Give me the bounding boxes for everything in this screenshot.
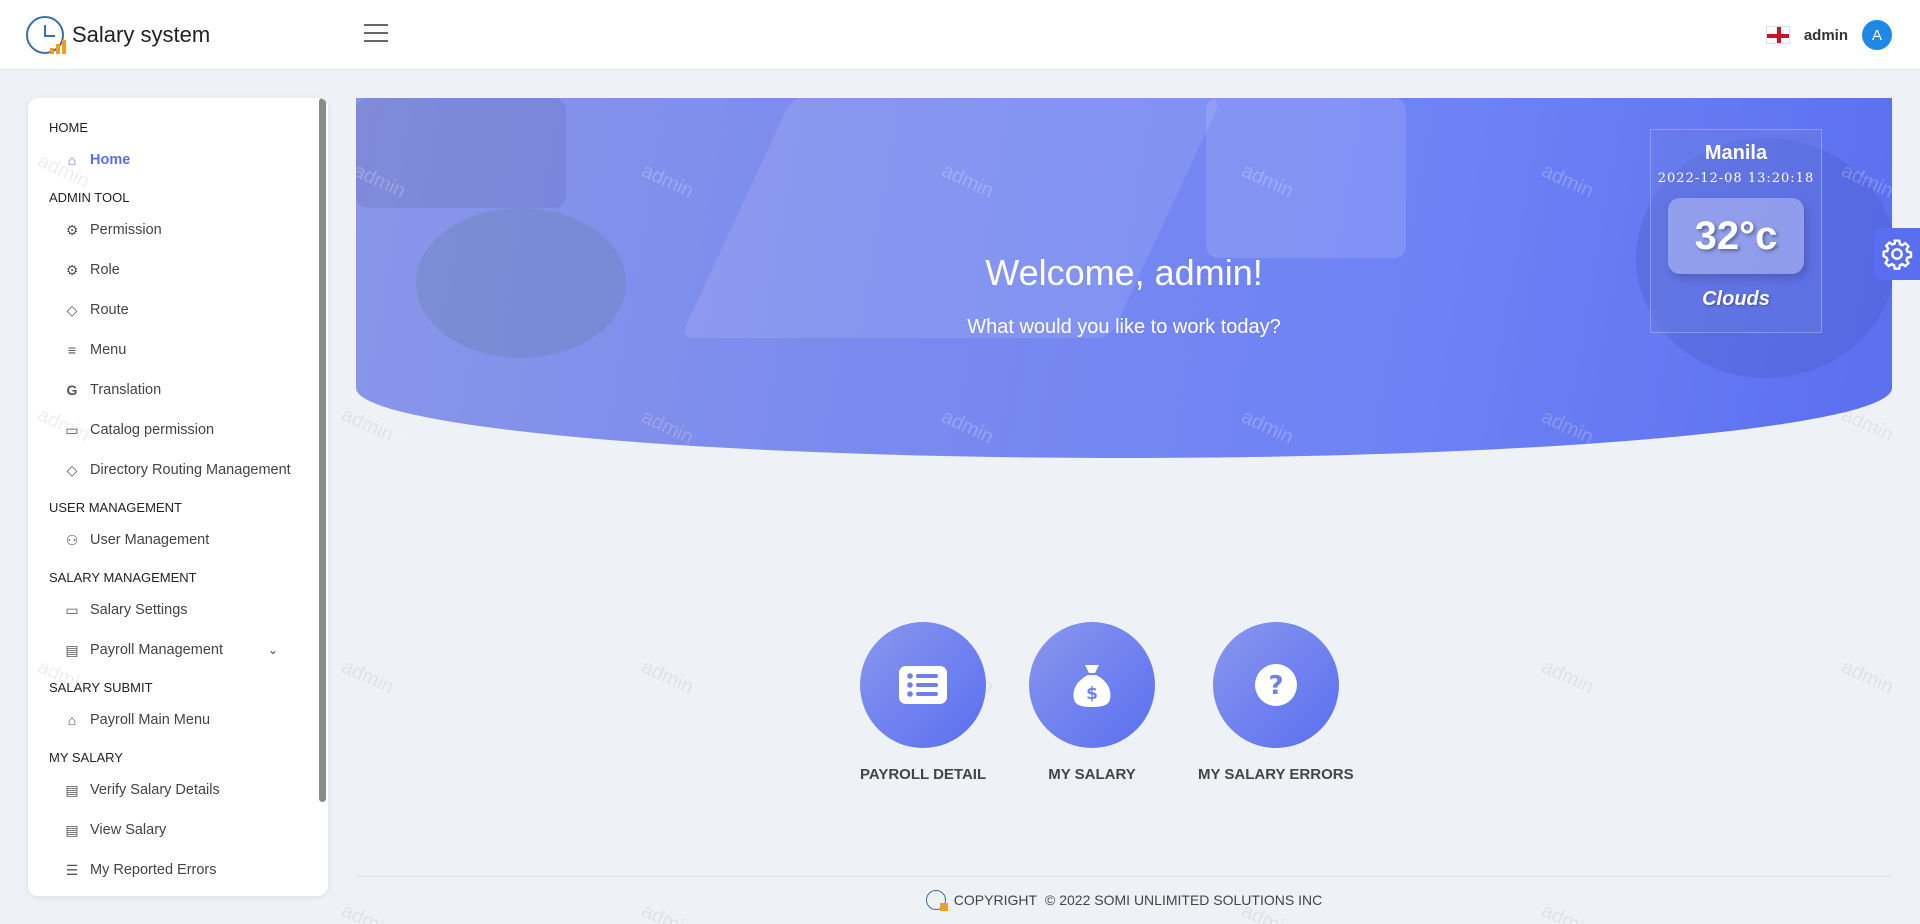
my-salary-errors-circle[interactable]: ? <box>1212 622 1339 748</box>
hamburger-icon[interactable] <box>364 24 388 44</box>
brand[interactable]: Salary system <box>26 16 210 54</box>
home-icon: ⌂ <box>67 712 77 728</box>
payroll-detail-label[interactable]: PAYROLL DETAIL <box>860 766 986 783</box>
google-icon: G <box>66 382 78 398</box>
sidebar-item-label: Translation <box>90 382 162 398</box>
avatar[interactable]: A <box>1862 20 1892 50</box>
admin-watermark: admin <box>1838 405 1892 449</box>
top-bar: Salary system admin A <box>0 0 1920 70</box>
svg-text:?: ? <box>1268 671 1283 701</box>
weather-widget: Manila 2022-12-08 13:20:18 32°c Clouds <box>1650 129 1822 333</box>
admin-watermark: admin <box>356 405 409 449</box>
user-area: admin A <box>1765 20 1892 50</box>
sidebar-item[interactable]: ⚙ Permission <box>28 210 318 250</box>
my-salary-button[interactable]: $ MY SALARY <box>1029 622 1155 783</box>
menu-lines-icon: ≡ <box>67 342 77 358</box>
gear-icon: ⚙ <box>65 221 79 238</box>
sidebar-item-label: Payroll Management <box>90 642 223 658</box>
folder-icon: ▭ <box>65 421 79 438</box>
plant-pot-decoration <box>356 98 566 208</box>
copyright-text: © 2022 SOMI UNLIMITED SOLUTIONS INC <box>1045 892 1323 908</box>
document-icon: ▤ <box>65 641 79 658</box>
payroll-detail-button[interactable]: PAYROLL DETAIL <box>860 622 986 783</box>
table-icon: ☰ <box>65 861 79 878</box>
sidebar-section-title: SALARY MANAGEMENT <box>49 570 197 585</box>
sidebar-item[interactable]: ▤ Payroll Management ⌄ <box>28 630 318 670</box>
hero-banner: admin admin admin admin admin admin admin admin… <box>356 98 1892 458</box>
gear-icon <box>1882 239 1913 270</box>
list-icon <box>899 666 948 704</box>
payroll-detail-circle[interactable] <box>860 622 987 748</box>
sidebar-item-label: Salary Settings <box>90 602 188 618</box>
admin-watermark: admin <box>638 655 697 699</box>
diamond-icon: ◇ <box>66 461 78 478</box>
sidebar-item[interactable]: ⚇ User Management <box>28 520 318 560</box>
sidebar-item[interactable]: ☰ My Reported Errors <box>28 850 318 890</box>
gear-icon: ⚙ <box>65 261 79 278</box>
sidebar-item[interactable]: ≡ Menu <box>28 330 318 370</box>
admin-watermark: admin <box>1538 655 1597 699</box>
sidebar-item[interactable]: ⌂ Home <box>28 140 318 180</box>
weather-condition: Clouds <box>1702 288 1770 310</box>
sidebar-item-label: Directory Routing Management <box>90 462 291 478</box>
question-icon: ? <box>1254 664 1297 706</box>
footer-divider <box>356 876 1892 877</box>
chevron-down-icon[interactable]: ⌄ <box>268 643 278 657</box>
sidebar-section-title: SALARY SUBMIT <box>49 680 153 695</box>
sidebar-section-title: USER MANAGEMENT <box>49 500 182 515</box>
sidebar-item[interactable]: ▭ Catalog permission <box>28 410 318 450</box>
sidebar-item-label: User Management <box>90 532 210 548</box>
user-name[interactable]: admin <box>1804 27 1848 44</box>
sidebar-section-title: ADMIN TOOL <box>49 190 130 205</box>
home-icon: ⌂ <box>67 152 77 168</box>
sidebar-item-label: Home <box>90 152 131 168</box>
card-icon: ▭ <box>65 601 79 618</box>
sidebar-item[interactable]: ◇ Route <box>28 290 318 330</box>
sidebar-item-label: My Reported Errors <box>90 862 217 878</box>
settings-gear-button[interactable] <box>1874 228 1920 280</box>
clock-logo-icon <box>26 16 66 54</box>
my-salary-label[interactable]: MY SALARY <box>1029 766 1155 783</box>
sidebar-item-label: Verify Salary Details <box>90 782 220 798</box>
sidebar-item[interactable]: ▤ Verify Salary Details <box>28 770 318 810</box>
sidebar-item[interactable]: ⌂ Payroll Main Menu <box>28 700 318 740</box>
footer-logo-icon <box>925 890 948 911</box>
england-flag-icon[interactable] <box>1765 26 1790 44</box>
sidebar-item-label: Role <box>90 262 120 278</box>
document-icon: ▤ <box>65 781 79 798</box>
app-title: Salary system <box>72 22 211 47</box>
sidebar-section-title: MY SALARY <box>49 750 123 765</box>
sidebar-item[interactable]: ▤ View Salary <box>28 810 318 850</box>
users-icon: ⚇ <box>65 531 79 548</box>
sidebar-item[interactable]: ⚙ Role <box>28 250 318 290</box>
weather-temperature: 32°c <box>1668 198 1804 274</box>
sidebar-item-label: Payroll Main Menu <box>90 712 211 728</box>
admin-watermark: admin <box>1838 655 1897 699</box>
my-salary-errors-label[interactable]: MY SALARY ERRORS <box>1198 766 1354 783</box>
sidebar-item-label: Menu <box>90 342 127 358</box>
weather-datetime: 2022-12-08 13:20:18 <box>1657 171 1815 186</box>
my-salary-circle[interactable]: $ <box>1029 622 1155 748</box>
quick-actions: PAYROLL DETAIL $ MY SALARY ? MY SALARY E… <box>860 622 1360 792</box>
footer: COPYRIGHT © 2022 SOMI UNLIMITED SOLUTION… <box>356 890 1892 911</box>
copyright-label: COPYRIGHT <box>953 892 1038 908</box>
admin-watermark: admin <box>338 655 397 699</box>
notebook-decoration <box>1206 98 1406 258</box>
sidebar-item-label: Route <box>90 302 129 318</box>
sidebar-item-label: Permission <box>90 222 162 238</box>
sidebar-scrollbar[interactable] <box>319 98 326 802</box>
sidebar-section-title: HOME <box>49 120 88 135</box>
sidebar-item[interactable]: ▭ Salary Settings <box>28 590 318 630</box>
sidebar-item-label: Catalog permission <box>90 422 215 438</box>
weather-city: Manila <box>1704 142 1768 164</box>
money-bag-icon: $ <box>1073 665 1111 707</box>
my-salary-errors-button[interactable]: ? MY SALARY ERRORS <box>1198 622 1354 783</box>
sidebar-item[interactable]: ◇ Directory Routing Management <box>28 450 318 490</box>
sidebar-item-label: View Salary <box>90 822 167 838</box>
sidebar: HOME ⌂ Home ADMIN TOOL ⚙ Permission ⚙ Role ◇ Rout… <box>28 98 328 896</box>
svg-text:$: $ <box>1086 684 1098 704</box>
diamond-icon: ◇ <box>66 301 78 318</box>
document-icon: ▤ <box>65 821 79 838</box>
sidebar-item[interactable]: G Translation <box>28 370 318 410</box>
